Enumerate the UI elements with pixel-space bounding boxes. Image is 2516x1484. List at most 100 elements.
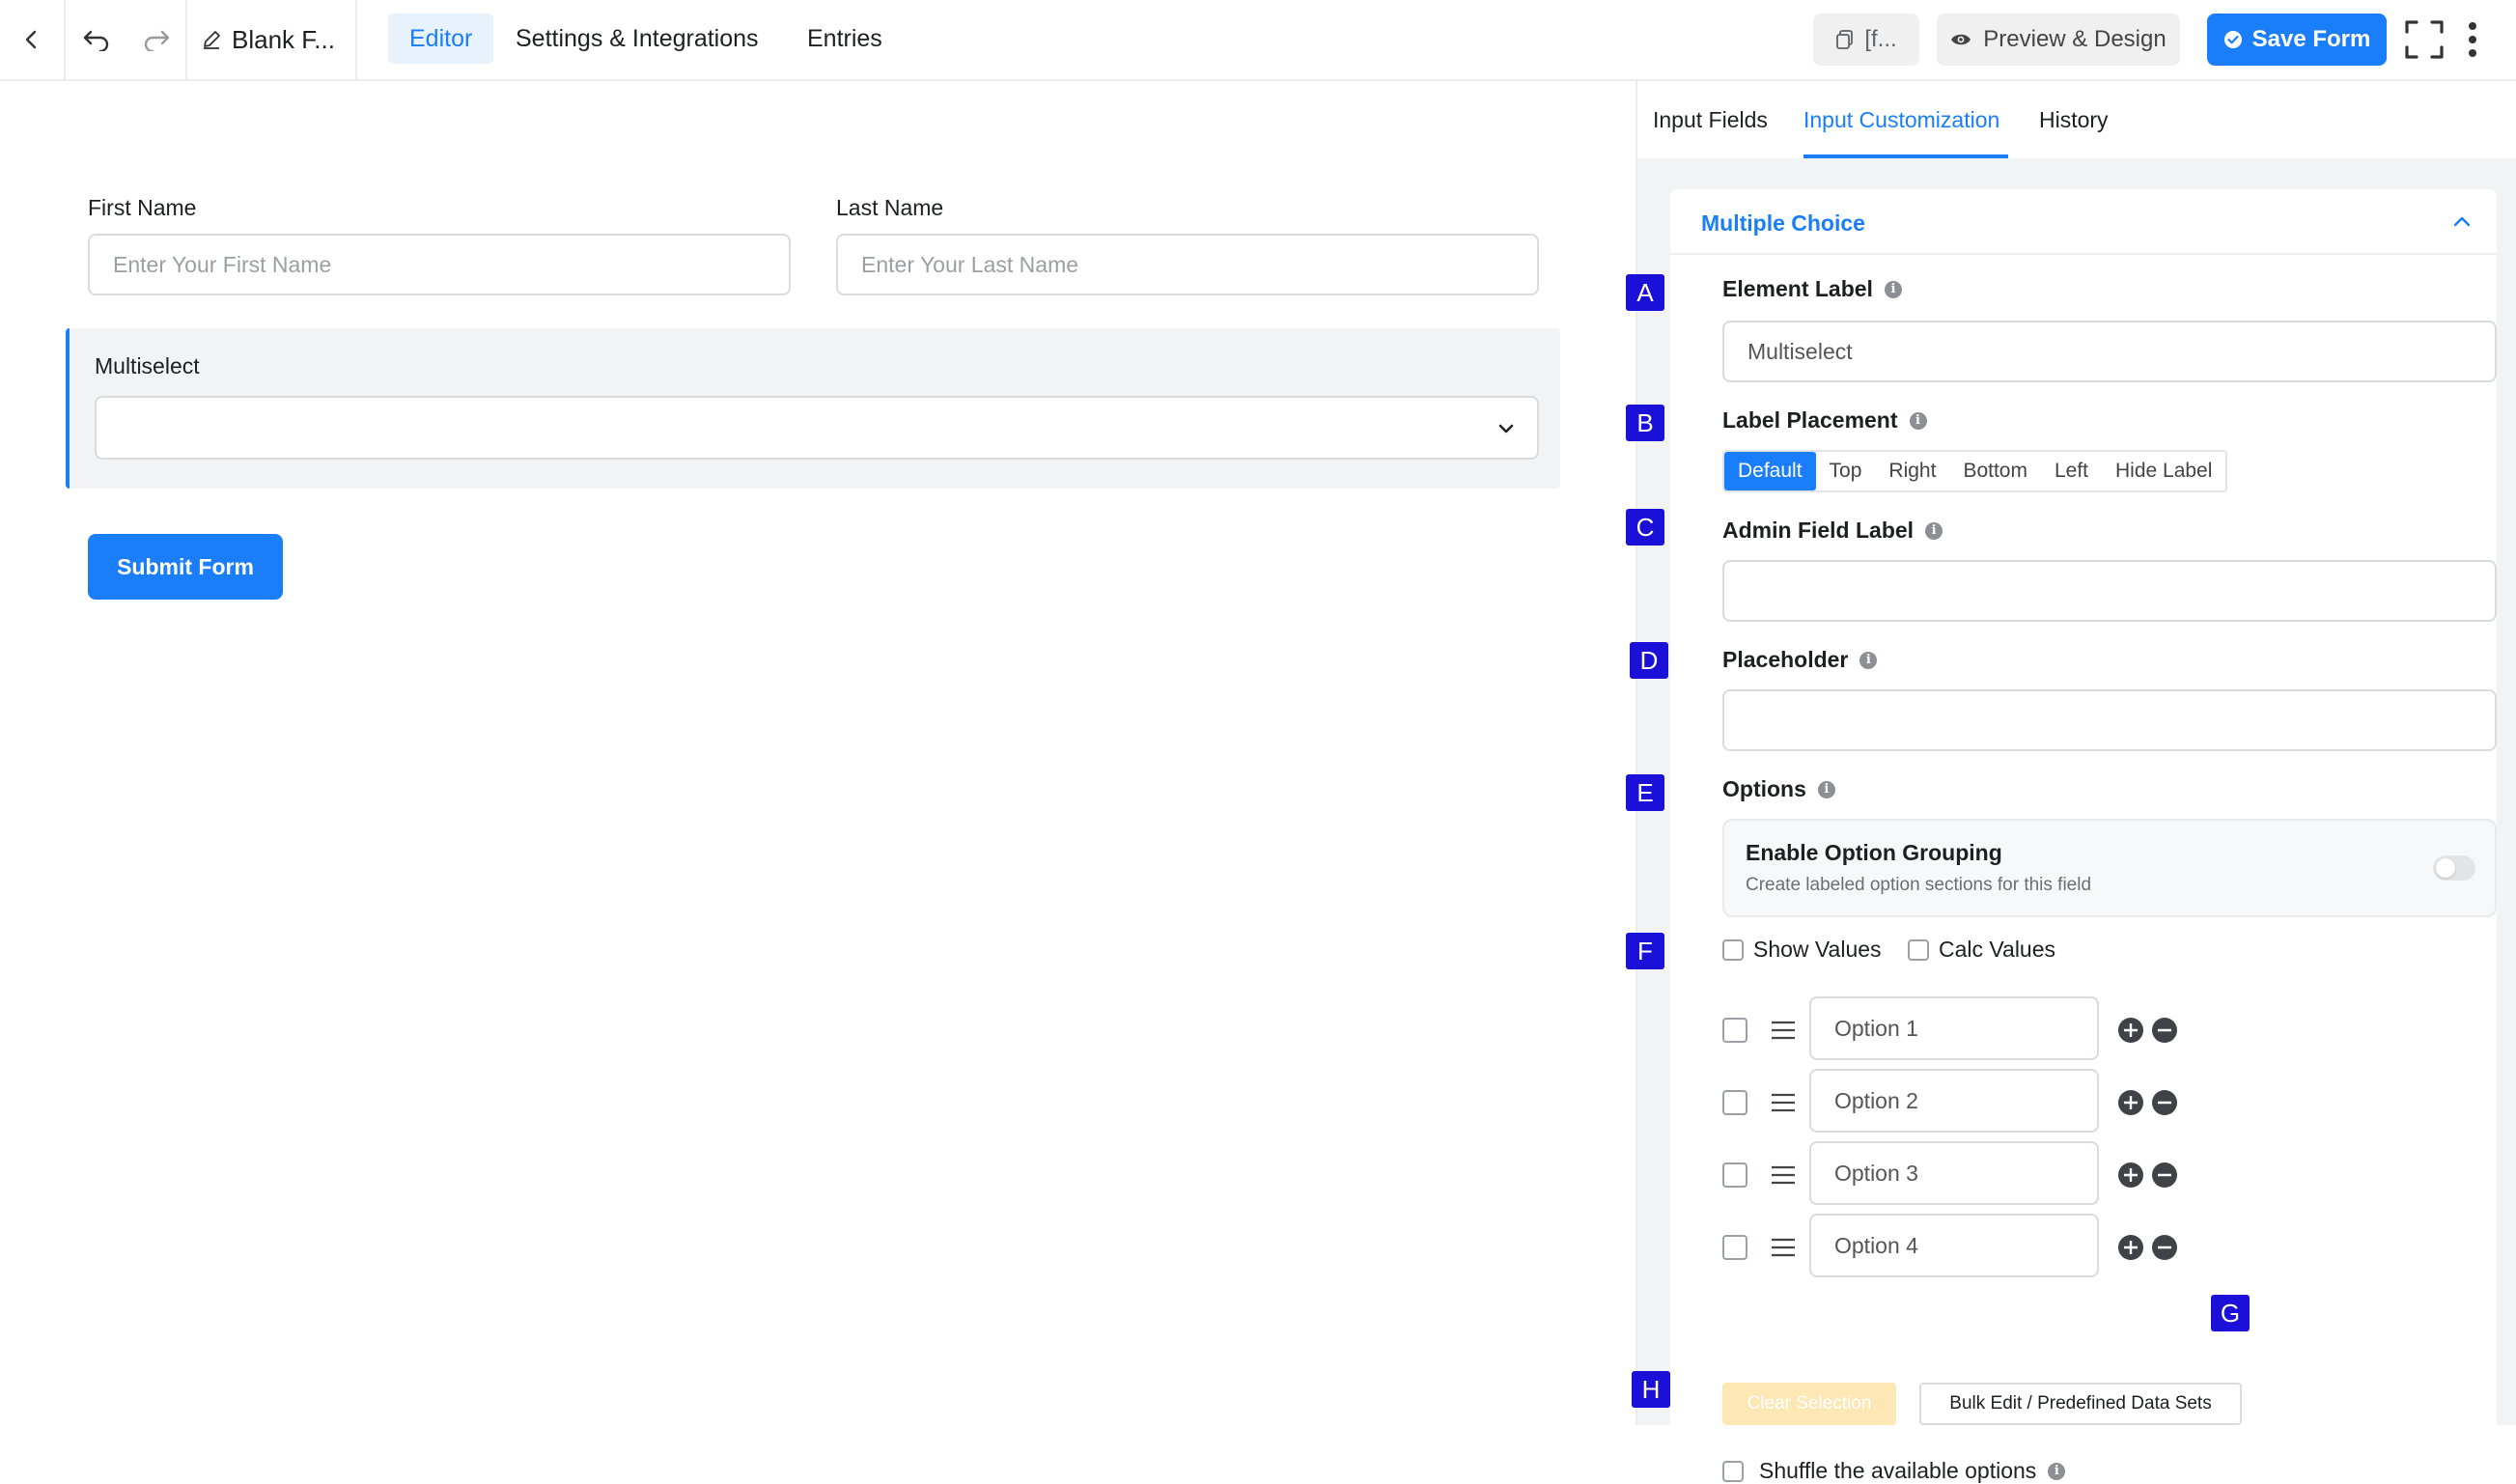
redo-icon xyxy=(144,30,170,51)
placement-left[interactable]: Left xyxy=(2041,452,2102,490)
form-title-edit[interactable]: Blank F... xyxy=(189,0,355,79)
last-name-input[interactable]: Enter Your Last Name xyxy=(836,234,1539,295)
placement-hide-label[interactable]: Hide Label xyxy=(2102,452,2225,490)
info-icon[interactable]: i xyxy=(1859,651,1878,669)
option-input[interactable]: Option 1 xyxy=(1809,996,2099,1060)
placement-bottom[interactable]: Bottom xyxy=(1949,452,2041,490)
more-options-button[interactable] xyxy=(2458,17,2487,62)
redo-button[interactable] xyxy=(127,0,185,79)
info-icon[interactable]: i xyxy=(1925,521,1943,540)
admin-field-label-heading: Admin Field Label i xyxy=(1722,518,1943,544)
tab-settings-integrations[interactable]: Settings & Integrations xyxy=(494,14,780,64)
settings-panel: Input Fields Input Customization History… xyxy=(1635,81,2516,1483)
marker-a: A xyxy=(1626,274,1664,311)
option-grouping-title: Enable Option Grouping xyxy=(1746,840,2002,865)
option-input[interactable]: Option 2 xyxy=(1809,1069,2099,1133)
drag-handle-icon[interactable] xyxy=(1771,1164,1796,1186)
info-icon[interactable]: i xyxy=(2048,1462,2066,1480)
panel-tabs: Input Fields Input Customization History xyxy=(1637,81,2516,158)
admin-field-label-input[interactable] xyxy=(1722,560,2497,622)
chevron-down-icon xyxy=(1498,424,1514,434)
clear-selection-button[interactable]: Clear Selection xyxy=(1722,1383,1896,1425)
first-name-input[interactable]: Enter Your First Name xyxy=(88,234,791,295)
shuffle-options-label: Shuffle the available options xyxy=(1759,1458,2037,1483)
option-row: Option 2 xyxy=(1722,1069,2205,1134)
element-label-text: Element Label xyxy=(1722,276,1873,301)
tab-input-customization[interactable]: Input Customization xyxy=(1803,81,1999,158)
option-default-checkbox[interactable] xyxy=(1722,1235,1747,1260)
submit-form-button[interactable]: Submit Form xyxy=(88,534,283,600)
first-name-label: First Name xyxy=(88,195,197,220)
element-label-heading: Element Label i xyxy=(1722,276,1902,302)
placeholder-input[interactable] xyxy=(1722,689,2497,751)
shuffle-options-row[interactable]: Shuffle the available options i xyxy=(1722,1458,2066,1484)
show-values-checkbox[interactable] xyxy=(1722,938,1744,961)
fullscreen-button[interactable] xyxy=(2404,19,2445,60)
show-values-label: Show Values xyxy=(1753,937,1882,962)
remove-option-icon[interactable] xyxy=(2152,1162,2177,1188)
check-circle-icon xyxy=(2223,31,2242,48)
option-grouping-toggle[interactable] xyxy=(2433,855,2475,881)
marker-f: F xyxy=(1626,933,1664,969)
info-icon[interactable]: i xyxy=(1817,780,1835,798)
info-icon[interactable]: i xyxy=(1909,411,1927,430)
shuffle-options-checkbox[interactable] xyxy=(1722,1460,1744,1482)
tab-history[interactable]: History xyxy=(2039,81,2109,158)
drag-handle-icon[interactable] xyxy=(1771,1092,1796,1113)
tab-entries[interactable]: Entries xyxy=(786,14,904,64)
eye-icon xyxy=(1951,34,1971,45)
drag-handle-icon[interactable] xyxy=(1771,1237,1796,1258)
info-icon[interactable]: i xyxy=(1884,280,1902,298)
multiselect-label: Multiselect xyxy=(95,353,200,378)
remove-option-icon[interactable] xyxy=(2152,1018,2177,1043)
pencil-icon xyxy=(204,31,220,49)
add-option-icon[interactable] xyxy=(2118,1090,2143,1115)
option-default-checkbox[interactable] xyxy=(1722,1162,1747,1188)
fullscreen-icon xyxy=(2405,20,2444,59)
calc-values-row[interactable]: Calc Values xyxy=(1908,937,2055,963)
options-text: Options xyxy=(1722,776,1806,801)
bulk-edit-button[interactable]: Bulk Edit / Predefined Data Sets xyxy=(1919,1383,2242,1425)
placeholder-text: Placeholder xyxy=(1722,647,1849,672)
undo-button[interactable] xyxy=(66,0,127,79)
save-form-label: Save Form xyxy=(2251,26,2371,52)
multiselect-dropdown[interactable] xyxy=(95,396,1539,460)
placement-right[interactable]: Right xyxy=(1875,452,1949,490)
undo-icon xyxy=(83,30,109,51)
save-form-button[interactable]: Save Form xyxy=(2207,14,2387,66)
top-toolbar: Blank F... Editor Settings & Integration… xyxy=(0,0,2516,81)
marker-b: B xyxy=(1626,405,1664,441)
field-settings-card: Multiple Choice Element Label i Multisel… xyxy=(1670,189,2497,1483)
label-placement-text: Label Placement xyxy=(1722,407,1898,433)
option-input[interactable]: Option 4 xyxy=(1809,1214,2099,1277)
show-values-row[interactable]: Show Values xyxy=(1722,937,1882,963)
placement-top[interactable]: Top xyxy=(1816,452,1876,490)
element-label-input[interactable]: Multiselect xyxy=(1722,321,2497,382)
back-button[interactable] xyxy=(0,0,64,79)
option-default-checkbox[interactable] xyxy=(1722,1018,1747,1043)
preview-design-label: Preview & Design xyxy=(1983,26,2167,52)
drag-handle-icon[interactable] xyxy=(1771,1020,1796,1041)
option-default-checkbox[interactable] xyxy=(1722,1090,1747,1115)
calc-values-checkbox[interactable] xyxy=(1908,938,1929,961)
preview-design-button[interactable]: Preview & Design xyxy=(1937,14,2180,66)
tab-editor[interactable]: Editor xyxy=(388,14,494,64)
placement-default[interactable]: Default xyxy=(1724,452,1816,490)
shortcode-button[interactable]: [f... xyxy=(1813,14,1919,66)
multiselect-field-selected[interactable]: Multiselect xyxy=(66,328,1560,489)
option-input[interactable]: Option 3 xyxy=(1809,1141,2099,1205)
add-option-icon[interactable] xyxy=(2118,1018,2143,1043)
add-option-icon[interactable] xyxy=(2118,1235,2143,1260)
shortcode-label: [f... xyxy=(1864,26,1897,52)
copy-icon xyxy=(1836,30,1854,49)
card-header[interactable]: Multiple Choice xyxy=(1670,189,2497,255)
label-placement-heading: Label Placement i xyxy=(1722,407,1927,434)
remove-option-icon[interactable] xyxy=(2152,1235,2177,1260)
option-grouping-subtitle: Create labeled option sections for this … xyxy=(1746,875,2092,895)
marker-h: H xyxy=(1632,1371,1670,1408)
tab-input-fields[interactable]: Input Fields xyxy=(1653,81,1768,158)
add-option-icon[interactable] xyxy=(2118,1162,2143,1188)
remove-option-icon[interactable] xyxy=(2152,1090,2177,1115)
admin-field-label-text: Admin Field Label xyxy=(1722,518,1915,543)
placeholder-heading: Placeholder i xyxy=(1722,647,1878,673)
